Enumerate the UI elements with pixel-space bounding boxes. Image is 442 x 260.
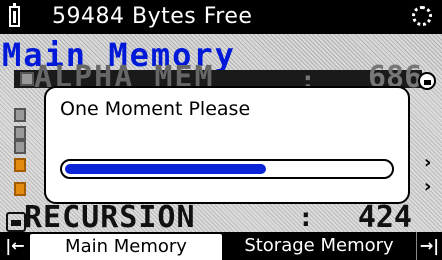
memory-item-icon: [20, 72, 34, 86]
progress-fill: [65, 164, 266, 174]
chevron-right-icon[interactable]: ›: [424, 176, 431, 197]
free-memory-readout: 59484 Bytes Free: [52, 4, 253, 29]
folder-icon: [14, 182, 26, 196]
memory-item-icon: [14, 108, 26, 122]
jump-first-button[interactable]: |←: [0, 232, 30, 260]
status-bar: 59484 Bytes Free: [0, 0, 442, 34]
list-item-name[interactable]: RECURSION: [24, 201, 196, 235]
folder-icon: [14, 158, 26, 172]
chevron-right-icon[interactable]: ›: [424, 152, 431, 173]
list-item-separator: :: [298, 203, 314, 233]
memory-item-icon: [14, 126, 26, 140]
battery-icon: [9, 3, 20, 27]
progress-bar: [60, 159, 394, 179]
tab-main-memory[interactable]: Main Memory: [30, 234, 222, 260]
memory-item-icon: [14, 140, 26, 154]
lock-icon: [6, 212, 26, 232]
tab-storage-memory[interactable]: Storage Memory: [226, 232, 412, 260]
jump-last-button[interactable]: →|: [416, 232, 442, 260]
dialog-message: One Moment Please: [60, 98, 251, 120]
list-item-size: 424: [357, 200, 412, 235]
busy-spinner-icon: [412, 6, 432, 26]
lock-icon: [418, 72, 436, 90]
